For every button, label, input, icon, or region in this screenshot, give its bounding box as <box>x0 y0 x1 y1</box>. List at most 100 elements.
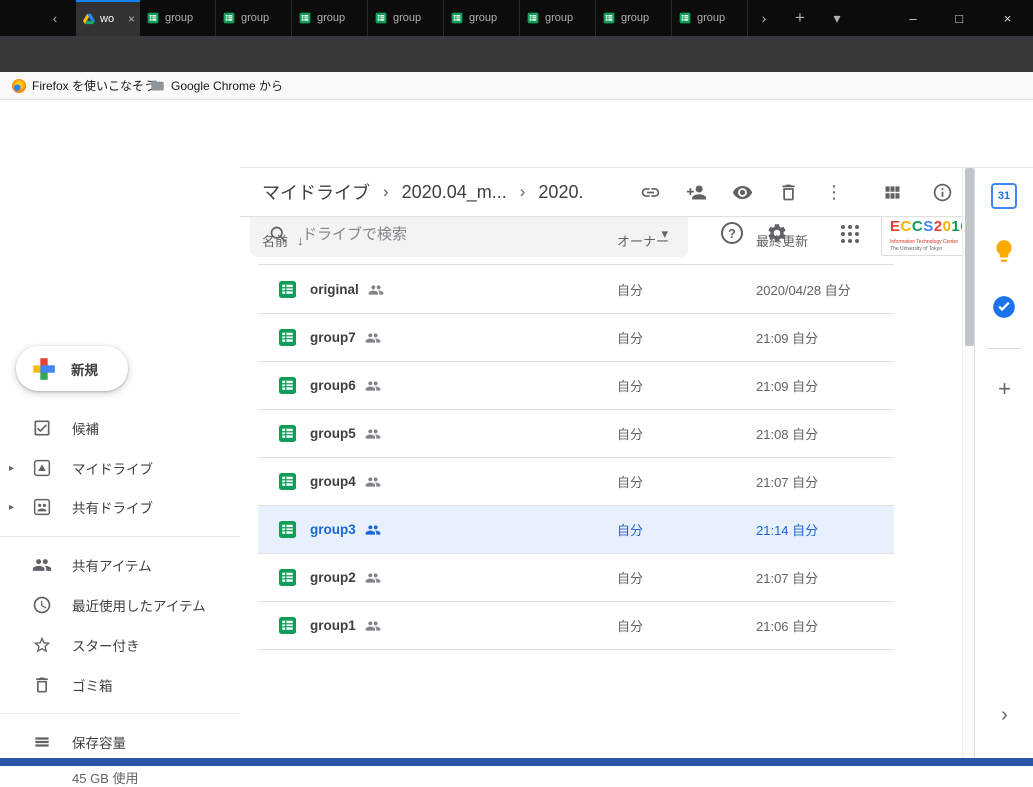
browser-tab[interactable]: group <box>140 0 216 36</box>
browser-tab[interactable]: group <box>672 0 748 36</box>
tab-list-dropdown-icon[interactable]: ▾ <box>822 0 852 36</box>
side-panel-expand-chevron-icon[interactable]: › <box>975 700 1033 730</box>
browser-tab[interactable]: group <box>444 0 520 36</box>
file-name: group7 <box>310 330 356 345</box>
tab-title: group <box>165 12 193 24</box>
file-row[interactable]: original 自分 2020/04/28 自分 <box>258 266 894 314</box>
sheets-favicon-icon <box>679 12 691 24</box>
window-close-button[interactable]: × <box>982 0 1033 36</box>
file-modified: 21:06 自分 <box>756 616 818 635</box>
add-addon-plus-icon[interactable]: + <box>975 374 1033 404</box>
tab-scroll-right-icon[interactable]: › <box>750 0 778 36</box>
file-owner: 自分 <box>617 376 643 395</box>
spreadsheet-icon <box>278 568 297 587</box>
sidebar-divider <box>0 536 240 537</box>
sidebar-item-label: 保存容量 <box>72 732 126 752</box>
browser-tab[interactable]: group <box>368 0 444 36</box>
shared-people-icon <box>365 522 381 538</box>
sidebar-item-starred[interactable]: スター付き <box>0 625 240 665</box>
window-maximize-button[interactable]: □ <box>936 0 982 36</box>
vertical-scrollbar[interactable] <box>962 168 974 758</box>
tab-title: wo <box>100 13 123 25</box>
more-actions-kebab-icon[interactable]: ⋮ <box>825 168 843 216</box>
file-name: group4 <box>310 474 356 489</box>
sidebar-item-trash[interactable]: ゴミ箱 <box>0 665 240 705</box>
sidebar-item-label: 共有ドライブ <box>72 497 153 517</box>
get-link-icon[interactable] <box>640 182 661 203</box>
bottom-edge-strip <box>0 758 1033 766</box>
file-owner: 自分 <box>617 520 643 539</box>
sidebar-item-label: スター付き <box>72 635 140 655</box>
file-modified: 21:07 自分 <box>756 472 818 491</box>
file-name: group1 <box>310 618 356 633</box>
expand-caret-icon[interactable]: ▸ <box>9 502 14 513</box>
new-button[interactable]: 新規 <box>16 346 128 391</box>
calendar-icon[interactable]: 31 <box>991 183 1017 209</box>
org-line-1: Information Technology Center <box>890 239 958 245</box>
bookmark-folder[interactable]: Google Chrome から <box>150 72 283 99</box>
tab-close-icon[interactable]: × <box>128 12 135 26</box>
sidebar-item-priority[interactable]: 候補 <box>0 408 240 448</box>
google-side-panel: 31 + › <box>974 168 1033 758</box>
side-panel-divider <box>987 348 1021 349</box>
sidebar-divider <box>0 713 240 714</box>
calendar-day-label: 31 <box>998 190 1010 202</box>
file-owner: 自分 <box>617 568 643 587</box>
keep-lightbulb-icon[interactable] <box>991 238 1017 264</box>
file-name: group3 <box>310 522 356 537</box>
share-person-add-icon[interactable] <box>686 182 707 203</box>
file-row[interactable]: group3 自分 21:14 自分 <box>258 506 894 554</box>
bookmark-label: Google Chrome から <box>171 77 283 94</box>
tab-title: group <box>469 12 497 24</box>
breadcrumb-item[interactable]: 2020.04_m... <box>402 182 507 203</box>
delete-icon[interactable] <box>778 182 799 203</box>
preview-eye-icon[interactable] <box>732 182 753 203</box>
tab-title: group <box>317 12 345 24</box>
file-row[interactable]: group1 自分 21:06 自分 <box>258 602 894 650</box>
sidebar-item-storage[interactable]: 保存容量 <box>0 722 240 762</box>
column-label: 名前 <box>262 231 288 250</box>
sidebar-item-shared-with-me[interactable]: 共有アイテム <box>0 545 240 585</box>
sidebar-item-my-drive[interactable]: ▸ マイドライブ <box>0 448 240 488</box>
file-modified: 21:07 自分 <box>756 568 818 587</box>
file-row[interactable]: group5 自分 21:08 自分 <box>258 410 894 458</box>
new-plus-icon <box>31 356 57 382</box>
file-list-header: 名前 ↓ オーナー 最終更新 <box>258 217 894 265</box>
file-row[interactable]: group6 自分 21:09 自分 <box>258 362 894 410</box>
sidebar-item-label: ゴミ箱 <box>72 675 113 695</box>
sidebar-item-recent[interactable]: 最近使用したアイテム <box>0 585 240 625</box>
breadcrumb-item[interactable]: マイドライブ <box>262 179 370 205</box>
window-minimize-button[interactable]: – <box>890 0 936 36</box>
sheets-favicon-icon <box>527 12 539 24</box>
file-row[interactable]: group4 自分 21:07 自分 <box>258 458 894 506</box>
column-header-name[interactable]: 名前 ↓ <box>262 217 304 264</box>
file-row[interactable]: group7 自分 21:09 自分 <box>258 314 894 362</box>
scrollbar-thumb[interactable] <box>965 168 974 346</box>
new-tab-button[interactable]: + <box>784 0 816 36</box>
tasks-icon[interactable] <box>991 294 1017 320</box>
shared-people-icon <box>365 378 381 394</box>
breadcrumb-item[interactable]: 2020. <box>538 182 583 203</box>
browser-tab[interactable]: group <box>216 0 292 36</box>
browser-tab[interactable]: group <box>520 0 596 36</box>
browser-tab[interactable]: group <box>292 0 368 36</box>
info-icon[interactable] <box>932 182 953 203</box>
shared-drives-icon <box>32 497 52 517</box>
shared-people-icon <box>368 282 384 298</box>
sort-arrow-icon[interactable]: ↓ <box>297 233 304 248</box>
shared-people-icon <box>32 555 52 575</box>
bookmarks-bar: Firefox を使いこなそう Google Chrome から <box>0 72 1033 100</box>
browser-tab[interactable]: group <box>596 0 672 36</box>
tab-scroll-left-icon[interactable]: ‹ <box>40 0 70 36</box>
file-row[interactable]: group2 自分 21:07 自分 <box>258 554 894 602</box>
bookmark-item[interactable]: Firefox を使いこなそう <box>12 72 156 99</box>
browser-tab-active[interactable]: wo × <box>76 0 140 36</box>
file-owner: 自分 <box>617 280 643 299</box>
sidebar-item-shared-drives[interactable]: ▸ 共有ドライブ <box>0 487 240 527</box>
shared-people-icon <box>365 474 381 490</box>
expand-caret-icon[interactable]: ▸ <box>9 463 14 474</box>
sidebar-item-label: 候補 <box>72 418 99 438</box>
column-header-modified[interactable]: 最終更新 <box>756 217 808 264</box>
shared-people-icon <box>365 426 381 442</box>
grid-view-icon[interactable] <box>882 182 903 203</box>
